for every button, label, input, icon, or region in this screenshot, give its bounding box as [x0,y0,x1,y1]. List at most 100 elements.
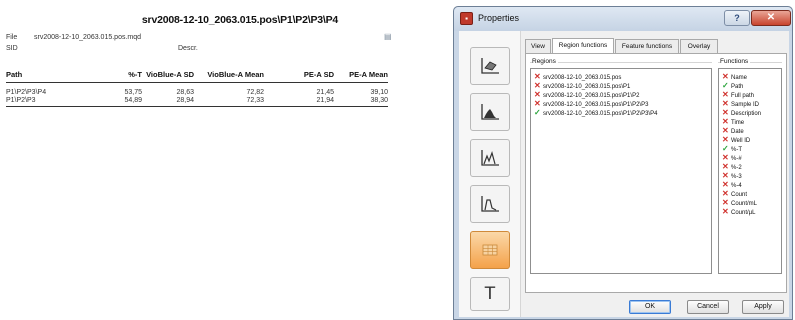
page-marker-icon: ▤ [384,32,392,41]
cross-icon: ✕ [722,90,729,99]
cross-icon: ✕ [534,72,541,81]
regions-label: Regions [532,58,558,65]
cross-icon: ✕ [722,180,729,189]
descr-label: Descr. [178,45,198,52]
list-item[interactable]: ✕ srv2008-12-10_2063.015.pos\P1\P2\P3 [534,99,648,108]
list-item[interactable]: ✕ srv2008-12-10_2063.015.pos\P1\P2 [534,90,639,99]
functions-list[interactable]: ✕ Name ✓ Path ✕ Full path ✕ Sample ID ✕ Descr… [718,68,782,274]
list-item[interactable]: ✕ Description [722,108,761,117]
cell-vioblue-mean: 72,82 [246,89,264,96]
help-button[interactable]: ? [724,10,750,26]
cross-icon: ✕ [722,171,729,180]
list-item[interactable]: ✕ Time [722,117,744,126]
list-item[interactable]: ✕ Well ID [722,135,750,144]
column-header-pe-mean: PE-A Mean [349,70,388,79]
list-item[interactable]: ✕ Name [722,72,747,81]
cell-pe-mean: 39,10 [370,89,388,96]
column-header-vioblue-mean: VioBlue-A Mean [207,70,264,79]
cell-vioblue-mean: 72,33 [246,97,264,104]
cross-icon: ✕ [534,81,541,90]
cell-pe-mean: 38,30 [370,97,388,104]
cross-icon: ✕ [722,207,729,216]
tool-button-overlay-plot[interactable] [470,139,510,177]
list-item[interactable]: ✕ Count/mL [722,198,757,207]
list-item[interactable]: ✕ %-# [722,153,742,162]
dialog-client-area: T View Region functions Feature function… [459,31,789,317]
cross-icon: ✕ [534,99,541,108]
tab-overlay[interactable]: Overlay [680,39,718,54]
header-rule [6,82,388,83]
list-item[interactable]: ✕ %-3 [722,171,742,180]
list-item[interactable]: ✕ Count [722,189,747,198]
cross-icon: ✕ [722,72,729,81]
dialog-title: Properties [478,13,520,23]
cross-icon: ✕ [722,162,729,171]
cell-pe-sd: 21,94 [316,97,334,104]
list-item[interactable]: ✕ %-2 [722,162,742,171]
list-item[interactable]: ✕ srv2008-12-10_2063.015.pos\P1 [534,81,630,90]
cross-icon: ✕ [722,108,729,117]
tool-button-histogram[interactable] [470,93,510,131]
check-icon: ✓ [722,81,729,90]
cell-pct-t: 53,75 [124,89,142,96]
list-item[interactable]: ✕ Date [722,126,744,135]
app-icon: ▪ [460,12,473,25]
table-bottom-rule [6,106,388,107]
check-icon: ✓ [534,108,541,117]
regions-list[interactable]: ✕ srv2008-12-10_2063.015.pos ✕ srv2008-12-… [530,68,712,274]
cross-icon: ✕ [722,117,729,126]
cross-icon: ✕ [722,126,729,135]
plot-type-toolbar: T [459,31,521,317]
apply-button[interactable]: Apply [742,300,784,314]
tool-button-statistics-table[interactable] [470,231,510,269]
tab-view[interactable]: View [525,39,551,54]
cross-icon: ✕ [722,198,729,207]
list-item[interactable]: ✕ %-4 [722,180,742,189]
column-header-pct-t: %-T [128,70,142,79]
tab-feature-functions[interactable]: Feature functions [615,39,679,54]
overlay-plot-icon [481,150,499,166]
dialog-titlebar[interactable]: ▪ Properties ? ✕ [454,7,792,31]
column-header-vioblue-sd: VioBlue-A SD [146,70,194,79]
properties-dialog: ▪ Properties ? ✕ T View Region functions… [453,6,793,320]
line-plot-icon [481,196,499,212]
cell-path: P1\P2\P3\P4 [6,89,47,96]
file-value: srv2008-12-10_2063.015.pos.mqd [34,34,142,41]
check-icon: ✓ [722,144,729,153]
file-label: File [6,34,18,41]
cell-vioblue-sd: 28,63 [176,89,194,96]
cross-icon: ✕ [722,135,729,144]
column-header-path: Path [6,70,23,79]
cross-icon: ✕ [722,189,729,198]
list-item[interactable]: ✕ Sample ID [722,99,759,108]
cross-icon: ✕ [722,153,729,162]
cell-pct-t: 54,89 [124,97,142,104]
ok-button[interactable]: OK [629,300,671,314]
tool-button-gate-plot[interactable] [470,47,510,85]
gate-plot-icon [481,58,499,74]
cross-icon: ✕ [534,90,541,99]
region-functions-panel: Regions ✕ srv2008-12-10_2063.015.pos ✕ srv… [525,53,787,293]
list-item[interactable]: ✓ %-T [722,144,742,153]
cell-path: P1\P2\P3 [6,97,36,104]
list-item[interactable]: ✕ Count/µL [722,207,755,216]
text-icon: T [484,284,496,304]
cross-icon: ✕ [722,99,729,108]
list-item[interactable]: ✕ srv2008-12-10_2063.015.pos [534,72,621,81]
cell-vioblue-sd: 28,94 [176,97,194,104]
cancel-button[interactable]: Cancel [687,300,729,314]
sid-label: SID [6,45,18,52]
report-title: srv2008-12-10_2063.015.pos\P1\P2\P3\P4 [141,14,339,26]
functions-label: Functions [720,58,751,65]
close-button[interactable]: ✕ [751,10,791,26]
cell-pe-sd: 21,45 [316,89,334,96]
list-item[interactable]: ✓ srv2008-12-10_2063.015.pos\P1\P2\P3\P4 [534,108,657,117]
statistics-report: srv2008-12-10_2063.015.pos\P1\P2\P3\P4 F… [0,0,400,320]
tool-button-text[interactable]: T [470,277,510,311]
list-item[interactable]: ✓ Path [722,81,743,90]
list-item[interactable]: ✕ Full path [722,90,754,99]
column-header-pe-sd: PE-A SD [303,70,334,79]
tool-button-line-plot[interactable] [470,185,510,223]
statistics-table-icon [482,244,498,256]
histogram-icon [481,104,499,120]
